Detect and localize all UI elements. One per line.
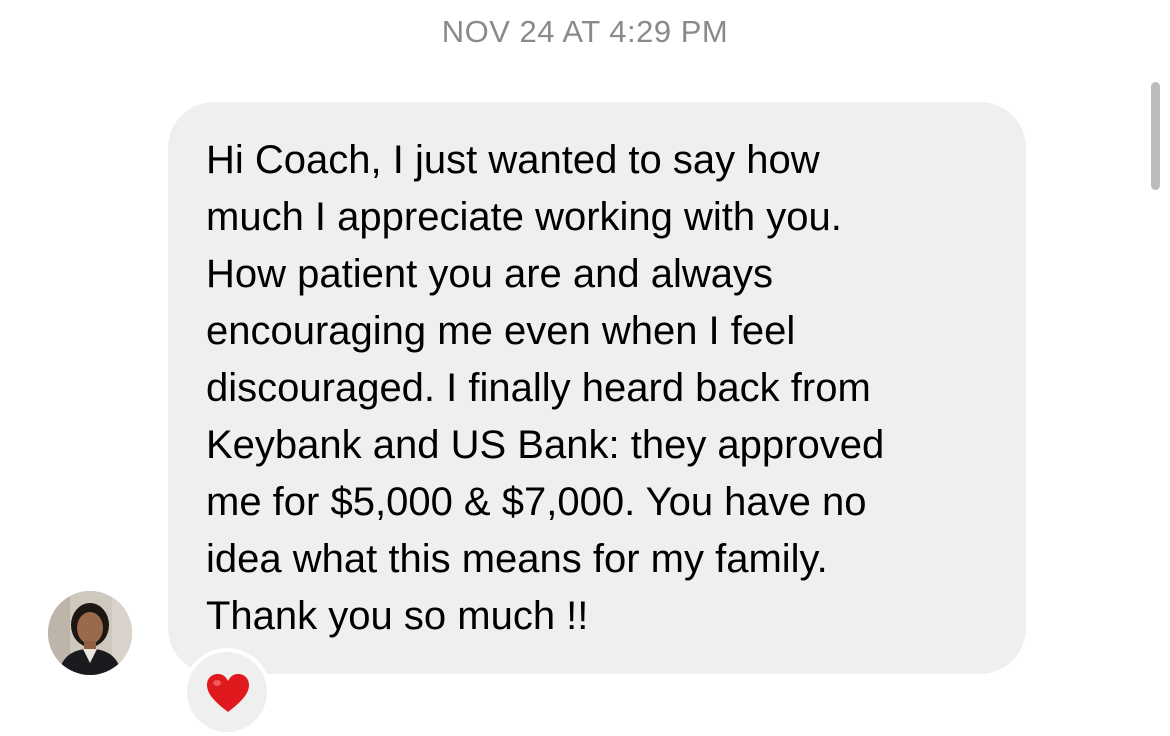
message-text: Hi Coach, I just wanted to say how much … bbox=[206, 138, 885, 638]
message-bubble[interactable]: Hi Coach, I just wanted to say how much … bbox=[168, 102, 1026, 674]
profile-photo-icon bbox=[48, 591, 132, 675]
scrollbar-thumb[interactable] bbox=[1151, 82, 1160, 190]
message-timestamp: NOV 24 AT 4:29 PM bbox=[441, 14, 729, 49]
sender-avatar[interactable] bbox=[48, 591, 132, 675]
red-heart-icon bbox=[207, 674, 249, 712]
